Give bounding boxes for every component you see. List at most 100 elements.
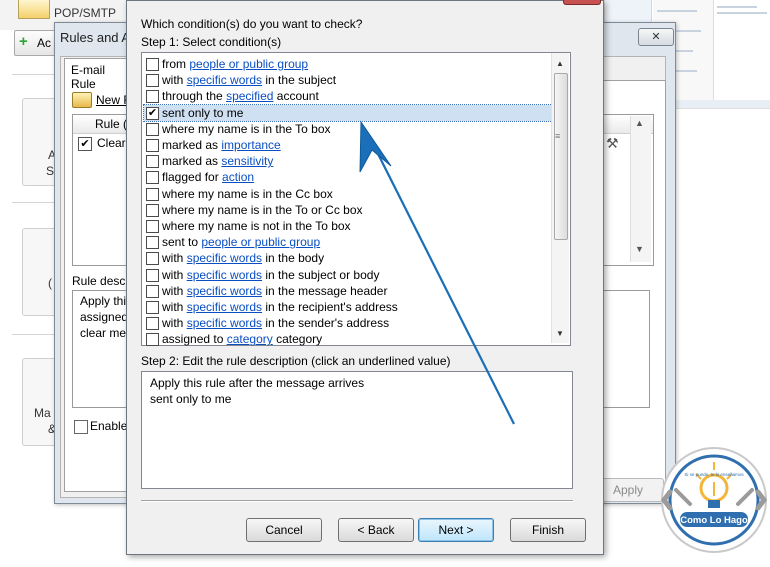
condition-row[interactable]: through the specified account xyxy=(142,88,552,104)
tab-label: E-mail Rule xyxy=(71,63,106,91)
condition-checkbox[interactable] xyxy=(146,203,159,217)
condition-text-pre: assigned to xyxy=(162,332,227,347)
rules-window-title: Rules and A xyxy=(60,30,131,45)
como-lo-hago-logo: Como Lo Hago Si se puede, te lo enseñamo… xyxy=(660,447,768,553)
plus-icon: + xyxy=(19,33,28,50)
condition-text: with specific words in the message heade… xyxy=(162,284,387,298)
condition-link[interactable]: specific words xyxy=(187,316,262,330)
condition-checkbox[interactable] xyxy=(146,236,159,250)
condition-text-pre: with xyxy=(162,300,187,314)
condition-row[interactable]: where my name is in the To or Cc box xyxy=(142,202,552,218)
condition-text-pre: flagged for xyxy=(162,170,223,185)
scroll-up-icon[interactable]: ▲ xyxy=(556,59,564,68)
rule-tools-icon[interactable]: ⚒ xyxy=(606,135,619,152)
condition-link[interactable]: specific words xyxy=(187,251,262,265)
scroll-up-icon[interactable]: ▲ xyxy=(635,118,644,128)
enable-rss-checkbox[interactable] xyxy=(74,420,88,434)
condition-checkbox[interactable] xyxy=(146,220,159,233)
condition-link[interactable]: specific words xyxy=(187,73,262,87)
condition-link[interactable]: sensitivity xyxy=(221,154,273,168)
condition-row[interactable]: marked as importance xyxy=(142,137,552,153)
condition-checkbox[interactable] xyxy=(146,122,159,136)
tab-email-rules[interactable]: E-mail Rule xyxy=(64,58,130,91)
condition-row[interactable]: flagged for action xyxy=(142,169,552,185)
condition-row[interactable]: sent to people or public group xyxy=(142,234,552,250)
condition-checkbox[interactable] xyxy=(146,139,159,152)
condition-text: where my name is in the To box xyxy=(162,122,331,136)
condition-checkbox[interactable] xyxy=(146,58,159,71)
condition-text-pre: with xyxy=(162,283,187,298)
condition-text: marked as importance xyxy=(162,138,281,152)
condition-checkbox[interactable] xyxy=(146,317,159,331)
condition-link[interactable]: category xyxy=(227,332,273,346)
cancel-button[interactable]: Cancel xyxy=(246,518,322,542)
condition-link[interactable]: specific words xyxy=(187,300,262,314)
close-button[interactable]: ✕ xyxy=(638,28,674,46)
account-folder-icon xyxy=(18,0,50,19)
condition-checkbox[interactable] xyxy=(146,171,159,185)
rule-description-line: Apply thi xyxy=(80,294,127,308)
next-button[interactable]: Next > xyxy=(418,518,494,542)
condition-link[interactable]: people or public group xyxy=(201,235,320,249)
condition-row[interactable]: from people or public group xyxy=(142,56,552,72)
condition-row[interactable]: with specific words in the body xyxy=(142,250,552,266)
condition-checkbox[interactable] xyxy=(146,187,159,201)
condition-row[interactable]: with specific words in the subject xyxy=(142,72,552,88)
condition-text: with specific words in the body xyxy=(162,251,324,265)
finish-button[interactable]: Finish xyxy=(510,518,586,542)
rule-enabled-checkbox[interactable]: ✔ xyxy=(78,137,92,151)
condition-text: with specific words in the subject xyxy=(162,73,336,87)
condition-text-post: in the body xyxy=(262,251,325,266)
condition-checkbox[interactable] xyxy=(146,268,159,282)
condition-checkbox[interactable] xyxy=(146,155,159,169)
condition-row[interactable]: where my name is not in the To box xyxy=(142,218,552,234)
condition-row[interactable]: where my name is in the Cc box xyxy=(142,186,552,202)
scroll-down-icon[interactable]: ▼ xyxy=(635,244,644,254)
condition-link[interactable]: specific words xyxy=(187,268,262,282)
condition-link[interactable]: specified xyxy=(226,89,273,103)
condition-link[interactable]: importance xyxy=(221,138,280,152)
condition-text: where my name is not in the To box xyxy=(162,219,351,233)
condition-row[interactable]: with specific words in the sender's addr… xyxy=(142,315,552,331)
rules-list-scrollbar[interactable]: ▲ ▼ xyxy=(630,116,651,262)
conditions-scrollbar[interactable]: ▲ ≡ ▼ xyxy=(551,53,569,343)
condition-text: with specific words in the sender's addr… xyxy=(162,316,389,330)
condition-text: flagged for action xyxy=(162,170,254,184)
condition-row[interactable]: assigned to category category xyxy=(142,331,552,347)
scroll-thumb[interactable] xyxy=(554,73,568,240)
condition-row[interactable]: where my name is in the To box xyxy=(142,121,552,137)
condition-text-post: account xyxy=(273,89,319,104)
condition-checkbox[interactable]: ✔ xyxy=(146,106,159,120)
condition-row[interactable]: with specific words in the recipient's a… xyxy=(142,299,552,315)
condition-text: sent only to me xyxy=(162,106,243,120)
description-line: sent only to me xyxy=(150,392,232,406)
side-text: ( xyxy=(48,276,52,290)
condition-text-pre: where my name is in the Cc box xyxy=(162,186,333,201)
wizard-close-button[interactable] xyxy=(563,0,601,5)
condition-row[interactable]: ✔ sent only to me xyxy=(143,103,553,122)
condition-text-post: in the recipient's address xyxy=(262,300,398,314)
condition-checkbox[interactable] xyxy=(146,284,159,298)
back-button[interactable]: < Back xyxy=(338,518,414,542)
condition-row[interactable]: with specific words in the message heade… xyxy=(142,283,552,299)
scroll-down-icon[interactable]: ▼ xyxy=(556,329,564,338)
rule-name[interactable]: Clear xyxy=(97,136,126,150)
condition-checkbox[interactable] xyxy=(146,90,159,104)
account-type-label: POP/SMTP xyxy=(54,6,117,20)
side-text: S xyxy=(46,164,55,178)
condition-link[interactable]: action xyxy=(222,170,254,184)
condition-row[interactable]: marked as sensitivity xyxy=(142,153,552,169)
step1-label: Step 1: Select condition(s) xyxy=(141,35,282,49)
condition-checkbox[interactable] xyxy=(146,333,159,347)
condition-checkbox[interactable] xyxy=(146,301,159,314)
condition-text: where my name is in the Cc box xyxy=(162,187,333,201)
inset-line xyxy=(657,10,697,12)
condition-row[interactable]: with specific words in the subject or bo… xyxy=(142,267,552,283)
condition-link[interactable]: people or public group xyxy=(189,57,308,71)
step2-label: Step 2: Edit the rule description (click… xyxy=(141,354,451,368)
new-rule-button[interactable]: New R xyxy=(72,90,132,110)
condition-checkbox[interactable] xyxy=(146,252,159,266)
background-side-button[interactable] xyxy=(22,228,55,316)
condition-checkbox[interactable] xyxy=(146,74,159,88)
condition-link[interactable]: specific words xyxy=(187,284,262,298)
